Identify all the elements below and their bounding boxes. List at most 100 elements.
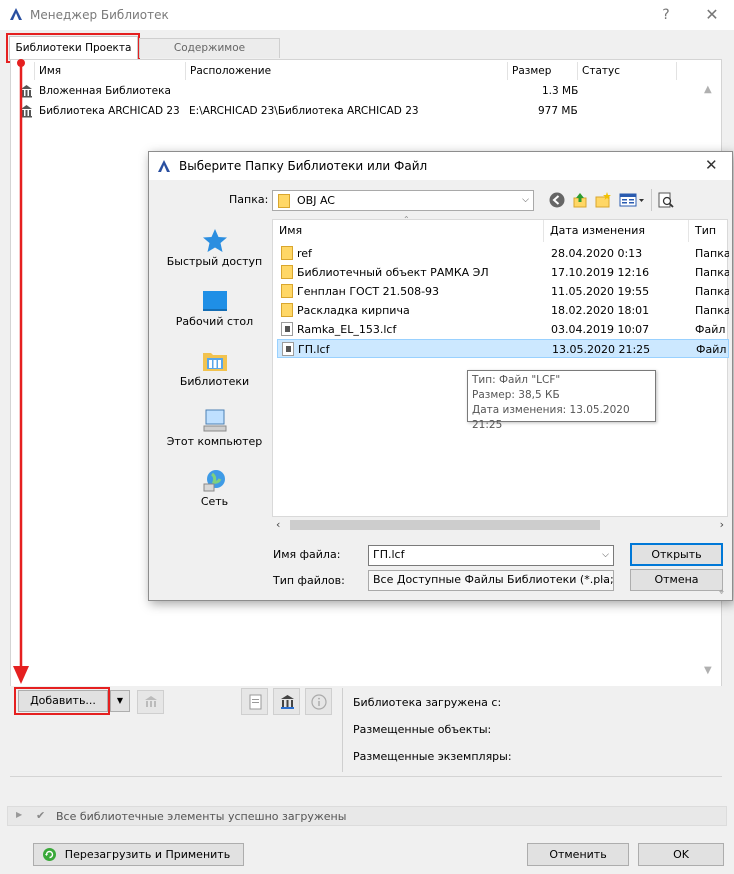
filename-label: Имя файла:: [273, 548, 341, 561]
folder-value: OBJ AC: [297, 194, 335, 207]
file-date: 03.04.2019 10:07: [551, 323, 650, 336]
file-type: Файл: [695, 323, 726, 336]
nav-network-label: Сеть: [200, 495, 229, 508]
file-list: ⌃ Имя Дата изменения Тип ref 28.04.2020 …: [272, 215, 729, 517]
library-info-button[interactable]: [241, 688, 268, 715]
open-button[interactable]: Открыть: [630, 543, 723, 566]
reload-apply-button[interactable]: Перезагрузить и Применить: [33, 843, 244, 866]
library-name: Вложенная Библиотека: [39, 85, 171, 97]
network-globe-icon: [203, 470, 225, 492]
nav-desktop[interactable]: Рабочий стол: [157, 287, 272, 328]
library-row[interactable]: Библиотека ARCHICAD 23 E:\ARCHICAD 23\Би…: [18, 101, 618, 121]
nav-this-pc[interactable]: Этот компьютер: [157, 407, 272, 448]
info-placed-objects: Размещенные объекты:: [353, 723, 492, 736]
nav-desktop-label: Рабочий стол: [175, 315, 254, 328]
preview-button[interactable]: [657, 191, 675, 209]
filename-input[interactable]: ГП.lcf ⌵: [368, 545, 614, 566]
file-row[interactable]: ref 28.04.2020 0:13 Папка: [277, 244, 729, 263]
file-type: Папка: [695, 266, 729, 279]
folder-icon: [281, 303, 293, 317]
info-loaded-from: Библиотека загружена с:: [353, 696, 502, 709]
up-folder-button[interactable]: [571, 191, 589, 209]
nav-this-pc-label: Этот компьютер: [166, 435, 263, 448]
window-title: Менеджер Библиотек: [30, 8, 169, 22]
remove-library-button[interactable]: [137, 690, 164, 714]
info-button[interactable]: [305, 688, 332, 715]
ok-button[interactable]: OK: [638, 843, 724, 866]
column-header-status[interactable]: Статус: [577, 62, 677, 80]
file-row[interactable]: Ramka_EL_153.lcf 03.04.2019 10:07 Файл: [277, 320, 729, 339]
reload-icon: [43, 848, 56, 861]
folder-label: Папка:: [229, 193, 269, 206]
file-row-selected[interactable]: ГП.lcf 13.05.2020 21:25 Файл: [277, 339, 729, 358]
new-folder-button[interactable]: [594, 191, 612, 209]
resize-grip-icon[interactable]: ⌖: [719, 588, 724, 598]
filename-value: ГП.lcf: [373, 548, 405, 561]
dialog-close-button[interactable]: ✕: [705, 156, 718, 174]
file-date: 13.05.2020 21:25: [552, 343, 651, 356]
lcf-file-icon: [281, 322, 293, 336]
filetype-select[interactable]: Все Доступные Файлы Библиотеки (*.pla; *…: [368, 570, 614, 591]
file-row[interactable]: Библиотечный объект РАМКА ЭЛ 17.10.2019 …: [277, 263, 729, 282]
add-dropdown-button[interactable]: ▼: [110, 690, 130, 712]
status-bar: ▶ ✔ Все библиотечные элементы успешно за…: [7, 806, 727, 826]
window-titlebar: Менеджер Библиотек ? ✕: [0, 0, 734, 30]
new-folder-icon: [595, 192, 611, 208]
scrollbar-thumb[interactable]: [290, 520, 600, 530]
library-row[interactable]: Вложенная Библиотека 1.3 МБ: [18, 81, 618, 101]
reload-apply-label: Перезагрузить и Применить: [64, 848, 231, 861]
horizontal-scrollbar[interactable]: ‹ ›: [272, 517, 728, 533]
scroll-right-icon[interactable]: ›: [720, 518, 724, 531]
tab-library-content[interactable]: Содержимое Библиотеки: [139, 38, 280, 72]
file-name: ref: [297, 247, 312, 260]
column-header-location[interactable]: Расположение: [185, 62, 507, 80]
preview-magnifier-icon: [658, 192, 674, 208]
filetype-label: Тип файлов:: [273, 574, 345, 587]
file-name: ГП.lcf: [298, 343, 330, 356]
tooltip-date: Дата изменения: 13.05.2020 21:25: [472, 404, 630, 431]
annotation-arrow: [13, 59, 29, 684]
file-row[interactable]: Генплан ГОСТ 21.508-93 11.05.2020 19:55 …: [277, 282, 729, 301]
nav-network[interactable]: Сеть: [157, 467, 272, 508]
toolbar-divider: [651, 189, 652, 211]
file-date: 18.02.2020 18:01: [551, 304, 650, 317]
chevron-down-icon: ⌵: [522, 195, 529, 205]
expand-icon[interactable]: ▶: [16, 810, 22, 819]
library-location: E:\ARCHICAD 23\Библиотека ARCHICAD 23: [189, 105, 419, 117]
file-row[interactable]: Раскладка кирпича 18.02.2020 18:01 Папка: [277, 301, 729, 320]
file-type: Папка: [695, 285, 729, 298]
file-type: Папка: [695, 247, 729, 260]
view-list-icon: [619, 193, 644, 207]
file-date: 28.04.2020 0:13: [551, 247, 643, 260]
nav-libraries[interactable]: Библиотеки: [157, 347, 272, 388]
nav-quick-access[interactable]: Быстрый доступ: [157, 227, 272, 268]
chevron-down-icon: ⌵: [602, 550, 609, 560]
cancel-button[interactable]: Отменить: [527, 843, 629, 866]
scroll-down-icon[interactable]: ▼: [704, 665, 712, 676]
folder-icon: [281, 284, 293, 298]
navigation-pane: Быстрый доступ Рабочий стол Библиотеки Э…: [157, 219, 272, 599]
library-size: 977 МБ: [538, 105, 578, 117]
view-menu-button[interactable]: [619, 191, 647, 209]
library-settings-button[interactable]: [273, 688, 300, 715]
file-column-type[interactable]: Тип: [689, 220, 729, 242]
file-column-date[interactable]: Дата изменения: [544, 220, 689, 242]
scroll-up-icon[interactable]: ▲: [704, 84, 712, 95]
up-folder-icon: [573, 193, 587, 208]
computer-icon: [203, 409, 226, 432]
library-building-icon: [281, 695, 294, 709]
folder-combobox[interactable]: OBJ AC ⌵: [272, 190, 534, 211]
scroll-left-icon[interactable]: ‹: [276, 518, 280, 531]
back-button[interactable]: [548, 191, 566, 209]
file-type: Файл: [696, 343, 727, 356]
column-header-size[interactable]: Размер: [507, 62, 577, 80]
status-message: Все библиотечные элементы успешно загруж…: [56, 810, 347, 823]
help-button[interactable]: ?: [654, 4, 678, 26]
file-name: Раскладка кирпича: [297, 304, 410, 317]
dialog-cancel-button[interactable]: Отмена: [630, 569, 723, 591]
window-close-button[interactable]: ✕: [700, 4, 724, 26]
file-column-name[interactable]: Имя: [273, 220, 544, 242]
column-header-name[interactable]: Имя: [34, 62, 185, 80]
file-date: 17.10.2019 12:16: [551, 266, 650, 279]
archicad-logo-icon: [10, 8, 22, 20]
